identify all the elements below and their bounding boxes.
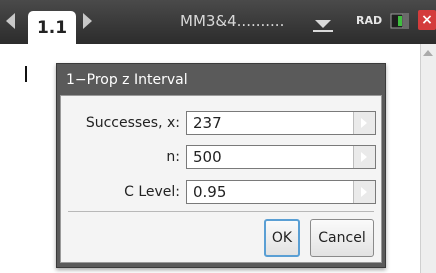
c-level-label: C Level: (124, 184, 180, 200)
cancel-button[interactable]: Cancel (310, 219, 374, 257)
vertical-scrollbar[interactable] (420, 44, 436, 273)
n-menu-arrow-icon[interactable] (353, 146, 375, 168)
angle-mode-indicator: RAD (356, 14, 383, 27)
c-level-value: 0.95 (193, 183, 227, 201)
n-input[interactable]: 500 (186, 145, 376, 169)
close-button[interactable]: × (418, 10, 436, 30)
tab-next-arrow-icon[interactable] (83, 13, 92, 29)
tab-page[interactable]: 1.1 (28, 11, 76, 44)
document-dropdown-icon[interactable] (315, 20, 331, 28)
battery-icon (390, 13, 409, 29)
document-title[interactable]: MM3&4.......... (180, 12, 284, 30)
document-dropdown-underline (313, 30, 333, 32)
dialog-title: 1−Prop z Interval (66, 72, 188, 88)
tab-prev-arrow-icon[interactable] (6, 13, 15, 29)
n-value: 500 (193, 148, 222, 166)
dialog-divider (68, 211, 374, 212)
n-label: n: (166, 149, 180, 165)
scroll-up-arrow-icon[interactable] (423, 50, 433, 56)
successes-menu-arrow-icon[interactable] (353, 112, 375, 134)
ok-button[interactable]: OK (264, 219, 300, 257)
c-level-menu-arrow-icon[interactable] (353, 181, 375, 203)
successes-input[interactable]: 237 (186, 111, 376, 135)
successes-label: Successes, x: (85, 115, 180, 131)
c-level-input[interactable]: 0.95 (186, 180, 376, 204)
successes-value: 237 (193, 114, 222, 132)
text-cursor (25, 66, 27, 82)
